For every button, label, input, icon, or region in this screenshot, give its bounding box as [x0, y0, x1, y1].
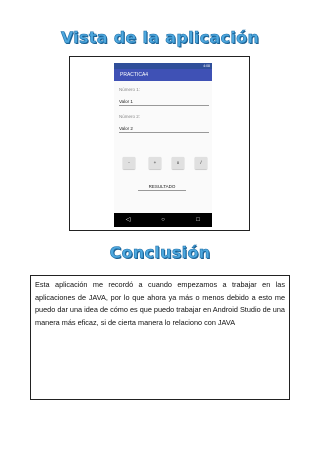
android-nav-bar: ◁ ○ □	[114, 213, 212, 227]
number2-input[interactable]: Valor 2	[119, 125, 209, 133]
conclusion-text: Esta aplicación me recordó a cuando empe…	[35, 280, 285, 327]
subtract-button[interactable]: -	[123, 157, 135, 169]
app-bar: PRACTICA4	[114, 69, 212, 81]
conclusion-heading: Conclusión	[109, 243, 211, 263]
divide-button[interactable]: /	[195, 157, 207, 169]
add-button[interactable]: +	[149, 157, 161, 169]
result-field: RESULTADO	[138, 183, 186, 191]
number1-label: Número 1:	[119, 87, 141, 92]
phone-screen: 4:08 PRACTICA4 Número 1: Valor 1 Número …	[114, 63, 212, 227]
recent-apps-icon[interactable]: □	[193, 213, 203, 227]
view-heading: Vista de la aplicación	[60, 28, 260, 48]
number2-label: Número 2:	[119, 114, 141, 119]
conclusion-box: Esta aplicación me recordó a cuando empe…	[30, 275, 290, 400]
back-icon[interactable]: ◁	[123, 213, 133, 227]
number1-input[interactable]: Valor 1	[119, 98, 209, 106]
app-title: PRACTICA4	[120, 72, 149, 78]
home-icon[interactable]: ○	[158, 213, 168, 227]
multiply-button[interactable]: x	[172, 157, 184, 169]
